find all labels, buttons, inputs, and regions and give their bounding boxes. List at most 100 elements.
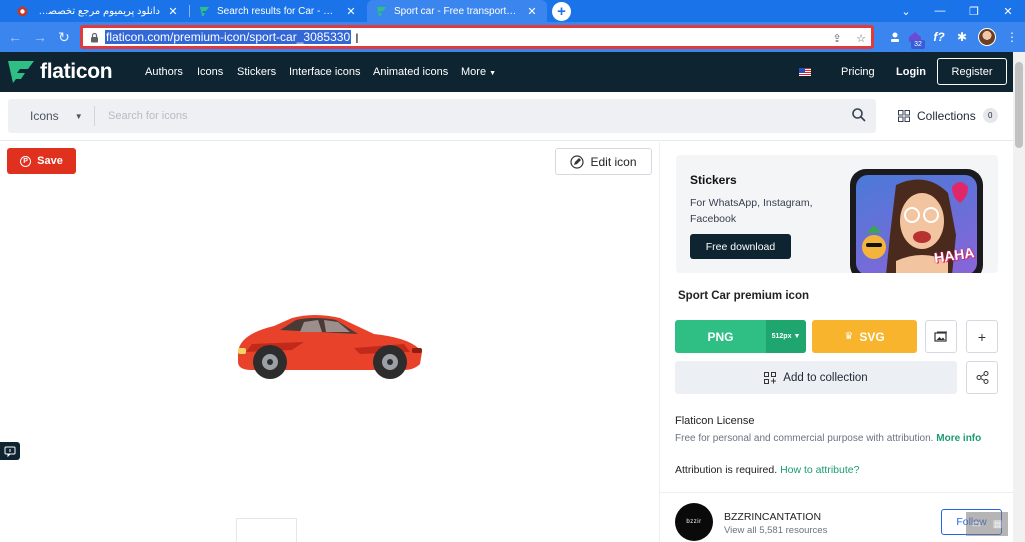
close-icon[interactable]: ✕ [344, 4, 358, 18]
address-bar[interactable]: flaticon.com/premium-icon/sport-car_3085… [80, 25, 874, 49]
us-flag-icon[interactable] [799, 68, 811, 76]
license-description: Free for personal and commercial purpose… [675, 433, 981, 444]
add-to-collection-button[interactable]: Add to collection [675, 361, 957, 394]
collections-button[interactable]: Collections 0 [898, 108, 998, 123]
nav-authors[interactable]: Authors [145, 66, 183, 78]
caret-down-icon: ▼ [74, 111, 83, 121]
caret-down-icon: ▼ [793, 333, 801, 340]
bookmark-star-icon[interactable]: ☆ [853, 31, 869, 45]
pinterest-save-button[interactable]: P Save [7, 148, 76, 174]
video-overlay-controls[interactable]: ▭ ▦ [966, 512, 1008, 536]
close-icon[interactable]: ✕ [525, 4, 539, 18]
search-icon[interactable] [851, 107, 867, 123]
search-input[interactable] [108, 108, 808, 124]
search-type-dropdown[interactable]: Icons ▼ [30, 109, 83, 123]
add-grid-icon [764, 371, 777, 384]
image-icon [934, 331, 947, 342]
grid-view-icon: ▦ [992, 518, 1003, 530]
search-row: Icons ▼ Collections 0 [0, 92, 1013, 141]
free-download-button[interactable]: Free download [690, 234, 791, 259]
save-label: Save [37, 155, 63, 167]
browser-tab-2[interactable]: Search results for Car - Flaticon ✕ [190, 0, 366, 22]
png-size-label: 512px [771, 333, 792, 340]
crown-icon: ♛ [844, 331, 854, 342]
nav-stickers[interactable]: Stickers [237, 66, 276, 78]
flaticon-logo-icon [8, 61, 34, 83]
window-close-button[interactable]: ✕ [991, 0, 1025, 22]
maximize-button[interactable]: ❐ [957, 0, 991, 22]
more-info-link[interactable]: More info [936, 433, 981, 444]
forward-arrow-icon[interactable]: → [31, 28, 49, 46]
more-options-button[interactable]: + [966, 320, 998, 353]
login-link[interactable]: Login [896, 66, 926, 78]
browser-tab-1[interactable]: دانلود پریمیوم مرجع تخصصی دانلود ✕ [8, 0, 188, 22]
browser-tab-bar: دانلود پریمیوم مرجع تخصصی دانلود ✕ Searc… [0, 0, 1025, 22]
search-box: Icons ▼ [8, 99, 876, 133]
author-resources-link[interactable]: View all 5,581 resources [724, 525, 827, 536]
tab-search-icon[interactable]: ⌄ [889, 0, 923, 22]
tab-title: Search results for Car - Flaticon [217, 5, 338, 17]
attribution-text: Attribution is required. [675, 464, 778, 476]
image-preview-button[interactable] [925, 320, 957, 353]
profile-avatar[interactable] [978, 28, 996, 46]
flaticon-favicon-icon [375, 5, 387, 17]
puzzle-extensions-icon[interactable]: ✱ [953, 28, 971, 46]
promo-title: Stickers [690, 173, 737, 187]
tab-title: دانلود پریمیوم مرجع تخصصی دانلود [35, 5, 160, 17]
png-size-dropdown[interactable]: 512px ▼ [766, 320, 806, 353]
site-favicon-icon [16, 5, 28, 17]
icon-title: Sport Car premium icon [678, 290, 809, 302]
reload-icon[interactable]: ↻ [55, 28, 73, 46]
collections-count-badge: 0 [982, 108, 998, 123]
feedback-icon[interactable] [0, 442, 20, 460]
collections-label: Collections [917, 108, 976, 123]
how-to-attribute-link[interactable]: How to attribute? [780, 464, 859, 476]
search-type-label: Icons [30, 109, 59, 123]
search-divider [94, 106, 95, 126]
minimize-button[interactable]: — [923, 0, 957, 22]
close-icon[interactable]: ✕ [166, 4, 180, 18]
attribution-note: Attribution is required. How to attribut… [675, 464, 859, 476]
share-button[interactable] [966, 361, 998, 394]
nav-interface-icons[interactable]: Interface icons [289, 66, 361, 78]
download-svg-button[interactable]: ♛ SVG [812, 320, 917, 353]
png-label: PNG [707, 329, 734, 344]
plus-icon: + [977, 328, 987, 345]
share-icon [976, 371, 988, 384]
register-button[interactable]: Register [937, 58, 1007, 85]
nav-animated-icons[interactable]: Animated icons [373, 66, 448, 78]
scrollbar-thumb[interactable] [1015, 62, 1023, 148]
chevron-down-icon: ▼ [489, 70, 497, 77]
browser-menu-icon[interactable]: ⋮ [1003, 28, 1021, 46]
pencil-icon [570, 154, 585, 169]
tab-title: Sport car - Free transport icons [394, 5, 519, 17]
new-tab-button[interactable]: + [552, 2, 571, 21]
flaticon-logo[interactable]: flaticon [8, 60, 113, 84]
lock-icon [83, 32, 105, 43]
nav-more[interactable]: More ▼ [461, 66, 496, 78]
screen-icon: ▭ [971, 518, 982, 530]
add-to-collection-label: Add to collection [783, 371, 868, 384]
nav-more-label: More [461, 66, 487, 78]
nav-icons[interactable]: Icons [197, 66, 223, 78]
phone-screen: HAHA [856, 175, 977, 273]
pricing-label: Pricing [841, 66, 875, 78]
browser-tab-3[interactable]: Sport car - Free transport icons ✕ [367, 0, 547, 22]
download-png-button[interactable]: PNG 512px ▼ [675, 320, 806, 353]
author-name[interactable]: BZZRINCANTATION [724, 511, 821, 523]
browser-toolbar: ← → ↻ flaticon.com/premium-icon/sport-ca… [0, 22, 1025, 52]
promo-description: For WhatsApp, Instagram, Facebook [690, 197, 813, 225]
extension-badge: 32 [911, 40, 925, 49]
formula-extension-icon[interactable]: f? [930, 28, 948, 46]
share-icon[interactable]: ⇪ [829, 31, 845, 45]
grid-icon [898, 109, 910, 122]
edit-icon-label: Edit icon [590, 154, 637, 169]
profile-extension-icon[interactable] [886, 28, 904, 46]
icon-variant-thumbnail[interactable] [236, 518, 297, 542]
edit-icon-button[interactable]: Edit icon [555, 148, 652, 175]
back-arrow-icon[interactable]: ← [6, 28, 24, 46]
author-avatar[interactable]: bzzir [675, 503, 713, 541]
sport-car-icon [238, 315, 422, 379]
svg-label: SVG [859, 329, 885, 344]
url-text[interactable]: flaticon.com/premium-icon/sport-car_3085… [105, 30, 352, 44]
